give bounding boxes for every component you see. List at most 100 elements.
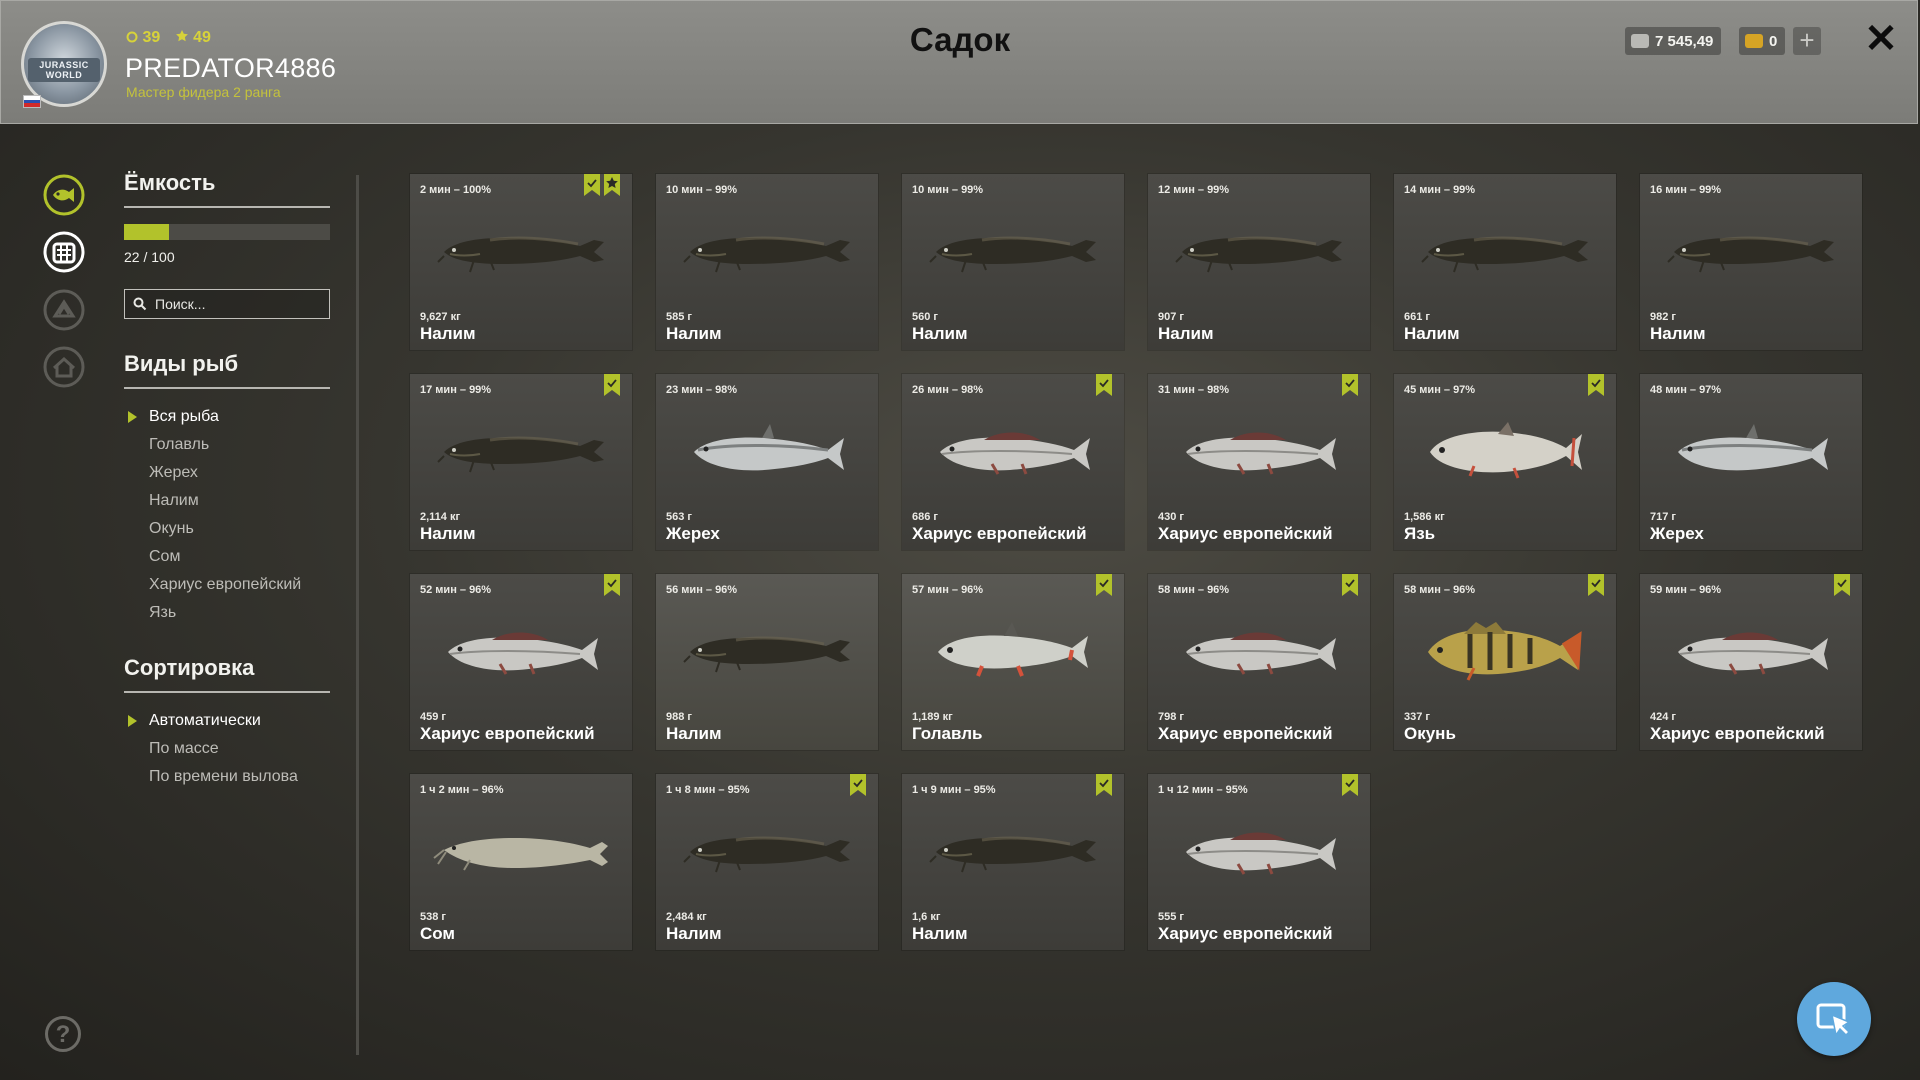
fish-name: Налим bbox=[1404, 324, 1460, 343]
sort-option-item[interactable]: По времени вылова bbox=[124, 763, 330, 791]
fish-card[interactable]: 58 мин – 96% 798 г Хариус европейский bbox=[1148, 574, 1370, 750]
capacity-bar bbox=[124, 224, 330, 240]
fish-card[interactable]: 2 мин – 100% 9,627 кг Налим bbox=[410, 174, 632, 350]
catch-time: 31 мин – 98% bbox=[1158, 384, 1230, 396]
search-box[interactable] bbox=[124, 289, 330, 319]
fish-card[interactable]: 1 ч 12 мин – 95% 555 г Хариус европейский bbox=[1148, 774, 1370, 950]
bookmark-icon[interactable] bbox=[584, 174, 600, 196]
fish-name: Жерех bbox=[666, 524, 720, 543]
help-icon[interactable]: ? bbox=[45, 1016, 81, 1052]
sort-option-item[interactable]: Автоматически bbox=[124, 707, 330, 735]
fish-icon[interactable] bbox=[42, 173, 86, 217]
fish-name: Налим bbox=[912, 324, 968, 343]
fish-card[interactable]: 56 мин – 96% 988 г Налим bbox=[656, 574, 878, 750]
search-input[interactable] bbox=[153, 295, 327, 313]
cursor-mode-button[interactable] bbox=[1797, 982, 1871, 1056]
bookmark-icon[interactable] bbox=[1588, 374, 1604, 396]
catch-time: 48 мин – 97% bbox=[1650, 384, 1722, 396]
perch-fish-icon bbox=[1428, 622, 1582, 681]
sort-option-item[interactable]: По массе bbox=[124, 735, 330, 763]
home-icon[interactable] bbox=[42, 345, 86, 389]
species-filter-item[interactable]: Вся рыба bbox=[124, 403, 330, 431]
burbot-fish-icon bbox=[929, 236, 1096, 273]
ide-fish-icon bbox=[1430, 422, 1582, 479]
species-filter-item[interactable]: Жерех bbox=[124, 459, 330, 487]
catch-time: 16 мин – 99% bbox=[1650, 184, 1722, 196]
fish-name: Хариус европейский bbox=[420, 724, 595, 743]
chub-fish-icon bbox=[938, 622, 1088, 677]
bookmark-icon[interactable] bbox=[604, 574, 620, 596]
fish-name: Налим bbox=[1650, 324, 1706, 343]
fish-card[interactable]: 12 мин – 99% 907 г Налим bbox=[1148, 174, 1370, 350]
catch-time: 57 мин – 96% bbox=[912, 584, 984, 596]
fish-card[interactable]: 1 ч 9 мин – 95% 1,6 кг Налим bbox=[902, 774, 1124, 950]
fish-card[interactable]: 45 мин – 97% 1,586 кг Язь bbox=[1394, 374, 1616, 550]
fish-card[interactable]: 10 мин – 99% 585 г Налим bbox=[656, 174, 878, 350]
species-filter-item[interactable]: Голавль bbox=[124, 431, 330, 459]
bookmark-icon[interactable] bbox=[604, 374, 620, 396]
fish-weight: 1,586 кг bbox=[1404, 511, 1445, 523]
search-icon bbox=[133, 297, 147, 311]
species-filter-item[interactable]: Налим bbox=[124, 487, 330, 515]
species-filter-item[interactable]: Сом bbox=[124, 543, 330, 571]
bookmark-icon[interactable] bbox=[1834, 574, 1850, 596]
fish-name: Сом bbox=[420, 924, 456, 943]
bookmark-icon[interactable] bbox=[1342, 374, 1358, 396]
catch-time: 17 мин – 99% bbox=[420, 384, 492, 396]
bookmark-icon[interactable] bbox=[850, 774, 866, 796]
grayling-fish-icon bbox=[1186, 832, 1336, 875]
top-bar: JURASSIC WORLD 39 49 PREDATOR4886 Мастер… bbox=[0, 0, 1918, 124]
fish-card[interactable]: 57 мин – 96% 1,189 кг Голавль bbox=[902, 574, 1124, 750]
catch-time: 1 ч 12 мин – 95% bbox=[1158, 784, 1248, 796]
fish-card[interactable]: 31 мин – 98% 430 г Хариус европейский bbox=[1148, 374, 1370, 550]
catch-time: 1 ч 2 мин – 96% bbox=[420, 784, 504, 796]
grayling-fish-icon bbox=[1186, 632, 1336, 675]
species-filter-item[interactable]: Хариус европейский bbox=[124, 571, 330, 599]
fish-weight: 2,114 кг bbox=[420, 511, 461, 523]
buy-currency-button[interactable]: + bbox=[1793, 27, 1821, 55]
fish-card[interactable]: 1 ч 8 мин – 95% 2,484 кг Налим bbox=[656, 774, 878, 950]
species-filter-item[interactable]: Окунь bbox=[124, 515, 330, 543]
bookmark-icon[interactable] bbox=[1588, 574, 1604, 596]
burbot-fish-icon bbox=[683, 636, 850, 673]
catch-time: 58 мин – 96% bbox=[1158, 584, 1230, 596]
burbot-fish-icon bbox=[683, 236, 850, 273]
fish-card[interactable]: 14 мин – 99% 661 г Налим bbox=[1394, 174, 1616, 350]
fish-card[interactable]: 16 мин – 99% 982 г Налим bbox=[1640, 174, 1862, 350]
fish-card[interactable]: 23 мин – 98% 563 г Жерех bbox=[656, 374, 878, 550]
bookmark-icon[interactable] bbox=[1342, 774, 1358, 796]
fish-weight: 798 г bbox=[1158, 711, 1184, 723]
fish-weight: 988 г bbox=[666, 711, 692, 723]
tackle-icon[interactable] bbox=[42, 288, 86, 332]
keepnet-icon[interactable] bbox=[42, 230, 86, 274]
fish-card[interactable]: 52 мин – 96% 459 г Хариус европейский bbox=[410, 574, 632, 750]
bookmark-icon[interactable] bbox=[1096, 374, 1112, 396]
filter-panel: Ёмкость 22 / 100 Виды рыб Вся рыбаГолавл… bbox=[124, 170, 330, 791]
favorite-star-icon[interactable] bbox=[604, 174, 620, 196]
fish-card[interactable]: 48 мин – 97% 717 г Жерех bbox=[1640, 374, 1862, 550]
burbot-fish-icon bbox=[1421, 236, 1588, 273]
fish-weight: 686 г bbox=[912, 511, 938, 523]
capacity-text: 22 / 100 bbox=[124, 249, 175, 265]
bookmark-icon[interactable] bbox=[1096, 574, 1112, 596]
bookmark-icon[interactable] bbox=[1096, 774, 1112, 796]
fish-name: Хариус европейский bbox=[1158, 724, 1333, 743]
avatar-logo-text: JURASSIC WORLD bbox=[28, 58, 100, 82]
keepnet-grid: 2 мин – 100% 9,627 кг Налим 10 мин – 99% 5… bbox=[410, 174, 1862, 950]
fish-card[interactable]: 58 мин – 96% 337 г Окунь bbox=[1394, 574, 1616, 750]
grayling-fish-icon bbox=[1186, 432, 1336, 475]
species-filter-item[interactable]: Язь bbox=[124, 599, 330, 627]
fish-weight: 1,6 кг bbox=[912, 911, 941, 923]
fish-name: Хариус европейский bbox=[1158, 924, 1333, 943]
fish-card[interactable]: 17 мин – 99% 2,114 кг Налим bbox=[410, 374, 632, 550]
capacity-fill bbox=[124, 224, 170, 240]
fish-card[interactable]: 59 мин – 96% 424 г Хариус европейский bbox=[1640, 574, 1862, 750]
fish-card[interactable]: 10 мин – 99% 560 г Налим bbox=[902, 174, 1124, 350]
fish-card[interactable]: 26 мин – 98% 686 г Хариус европейский bbox=[902, 374, 1124, 550]
bookmark-icon[interactable] bbox=[1342, 574, 1358, 596]
fish-name: Налим bbox=[666, 724, 722, 743]
fish-name: Язь bbox=[1404, 524, 1436, 543]
close-button[interactable]: ✕ bbox=[1861, 17, 1901, 61]
gold-amount: 0 bbox=[1769, 32, 1778, 50]
fish-card[interactable]: 1 ч 2 мин – 96% 538 г Сом bbox=[410, 774, 632, 950]
